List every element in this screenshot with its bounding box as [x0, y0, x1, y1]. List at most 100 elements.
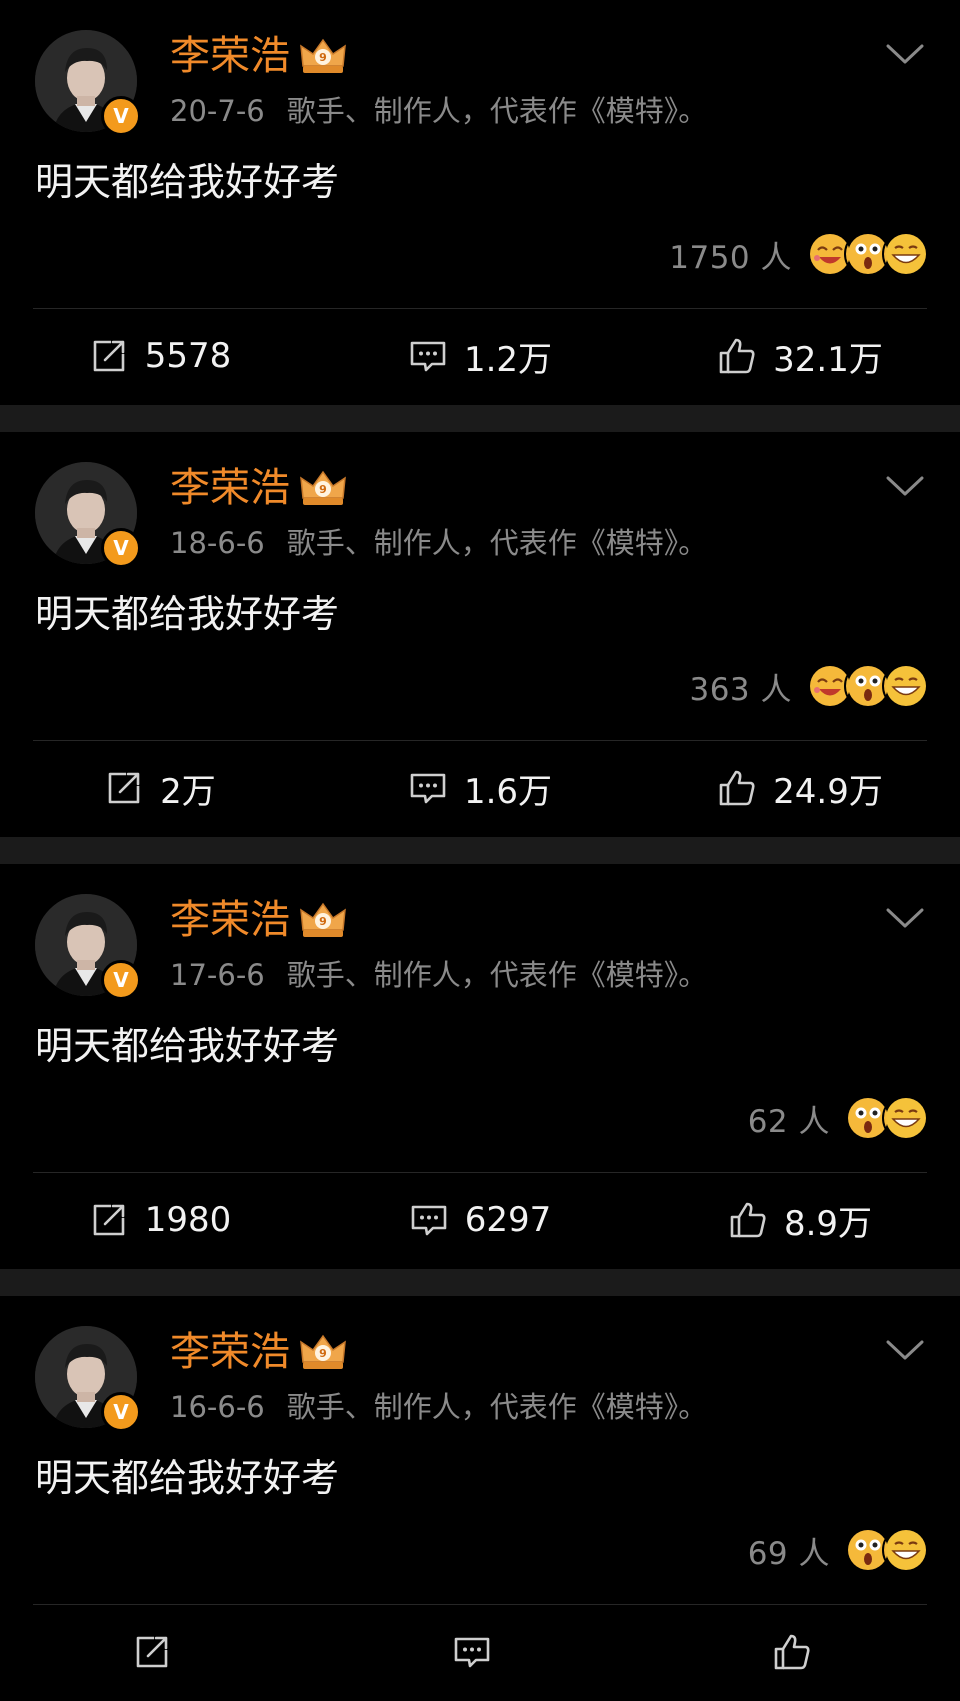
post-text[interactable]: 明天都给我好好考 — [35, 1454, 339, 1502]
repost-count: 1980 — [144, 1200, 232, 1240]
author-name[interactable]: 李荣浩 — [170, 32, 290, 80]
action-bar: 5578 1.2万 32.1万 — [0, 330, 960, 382]
author-bio: 歌手、制作人，代表作《模特》。 — [286, 94, 708, 128]
comment-icon — [411, 1205, 447, 1236]
grin-icon — [882, 230, 930, 278]
verified-v-badge-icon: V — [101, 960, 141, 1000]
reaction-emojis — [806, 230, 930, 278]
author-name[interactable]: 李荣浩 — [170, 1328, 290, 1376]
svg-text:9: 9 — [319, 483, 327, 496]
divider — [33, 1172, 927, 1173]
reaction-emojis — [844, 1094, 930, 1142]
repost-button[interactable]: 1980 — [0, 1194, 320, 1246]
comment-button[interactable]: 6297 — [320, 1194, 640, 1246]
repost-count: 5578 — [144, 336, 232, 376]
comment-button[interactable] — [320, 1626, 640, 1678]
comment-button[interactable]: 1.2万 — [320, 330, 640, 382]
thumbs-up-icon — [730, 1202, 766, 1238]
thumbs-up-icon — [719, 338, 755, 374]
post-text[interactable]: 明天都给我好好考 — [35, 1022, 339, 1070]
action-bar: 2万 1.6万 24.9万 — [0, 762, 960, 814]
comment-button[interactable]: 1.6万 — [320, 762, 640, 814]
divider — [33, 740, 927, 741]
reactions-summary[interactable]: 62 人 — [748, 1094, 930, 1142]
reactions-count: 363 人 — [689, 671, 792, 708]
repost-icon — [108, 772, 140, 804]
post-date[interactable]: 17-6-6 — [170, 958, 265, 992]
like-button[interactable]: 8.9万 — [640, 1194, 960, 1246]
weibo-feed: V 李荣浩 9 20-7-6 歌手、制作人，代表作《模特》。 明天都给我好好考 1… — [0, 0, 960, 1701]
post-text[interactable]: 明天都给我好好考 — [35, 590, 339, 638]
comment-count: 1.2万 — [463, 339, 553, 380]
svg-text:9: 9 — [319, 1347, 327, 1360]
repost-button[interactable] — [0, 1626, 320, 1678]
like-count: 32.1万 — [773, 339, 883, 380]
chevron-down-icon[interactable] — [884, 1336, 926, 1364]
repost-icon — [136, 1636, 168, 1668]
divider — [33, 1604, 927, 1605]
reactions-summary[interactable]: 69 人 — [748, 1526, 930, 1574]
verified-v-badge-icon: V — [101, 528, 141, 568]
divider — [33, 308, 927, 309]
post-text[interactable]: 明天都给我好好考 — [35, 158, 339, 206]
author-name[interactable]: 李荣浩 — [170, 464, 290, 512]
action-bar: 1980 6297 8.9万 — [0, 1194, 960, 1246]
weibo-post: V 李荣浩 9 20-7-6 歌手、制作人，代表作《模特》。 明天都给我好好考 1… — [0, 0, 960, 405]
reactions-count: 1750 人 — [669, 239, 792, 276]
grin-icon — [882, 1526, 930, 1574]
author-bio: 歌手、制作人，代表作《模特》。 — [286, 1390, 708, 1424]
thumbs-up-icon — [719, 770, 755, 806]
repost-button[interactable]: 2万 — [0, 762, 320, 814]
reactions-count: 69 人 — [747, 1535, 830, 1572]
action-bar — [0, 1626, 960, 1678]
like-count: 24.9万 — [773, 771, 883, 812]
like-count: 8.9万 — [783, 1203, 873, 1244]
post-meta: 18-6-6 歌手、制作人，代表作《模特》。 — [170, 524, 707, 562]
weibo-post: V 李荣浩 9 16-6-6 歌手、制作人，代表作《模特》。 明天都给我好好考 6… — [0, 1296, 960, 1701]
post-date[interactable]: 16-6-6 — [170, 1390, 265, 1424]
post-separator — [0, 1269, 960, 1296]
reactions-count: 62 人 — [747, 1103, 830, 1140]
comment-count: 1.6万 — [463, 771, 553, 812]
comment-icon — [410, 773, 446, 804]
repost-icon — [93, 340, 125, 372]
post-meta: 17-6-6 歌手、制作人，代表作《模特》。 — [170, 956, 707, 994]
like-button[interactable] — [640, 1626, 960, 1678]
crown-badge-icon[interactable]: 9 — [299, 1332, 347, 1372]
reactions-summary[interactable]: 1750 人 — [669, 230, 930, 278]
comment-icon — [454, 1637, 490, 1668]
chevron-down-icon[interactable] — [884, 904, 926, 932]
repost-button[interactable]: 5578 — [0, 330, 320, 382]
crown-badge-icon[interactable]: 9 — [299, 468, 347, 508]
weibo-post: V 李荣浩 9 17-6-6 歌手、制作人，代表作《模特》。 明天都给我好好考 6… — [0, 864, 960, 1269]
post-separator — [0, 405, 960, 432]
verified-v-badge-icon: V — [101, 96, 141, 136]
verified-v-badge-icon: V — [101, 1392, 141, 1432]
thumbs-up-icon — [774, 1634, 810, 1670]
like-button[interactable]: 32.1万 — [640, 330, 960, 382]
svg-text:9: 9 — [319, 51, 327, 64]
author-bio: 歌手、制作人，代表作《模特》。 — [286, 958, 708, 992]
post-date[interactable]: 18-6-6 — [170, 526, 265, 560]
author-name[interactable]: 李荣浩 — [170, 896, 290, 944]
grin-icon — [882, 662, 930, 710]
repost-icon — [93, 1204, 125, 1236]
post-meta: 16-6-6 歌手、制作人，代表作《模特》。 — [170, 1388, 707, 1426]
grin-icon — [882, 1094, 930, 1142]
chevron-down-icon[interactable] — [884, 472, 926, 500]
post-date[interactable]: 20-7-6 — [170, 94, 265, 128]
crown-badge-icon[interactable]: 9 — [299, 36, 347, 76]
reactions-summary[interactable]: 363 人 — [689, 662, 930, 710]
like-button[interactable]: 24.9万 — [640, 762, 960, 814]
crown-badge-icon[interactable]: 9 — [299, 900, 347, 940]
comment-icon — [410, 341, 446, 372]
reaction-emojis — [806, 662, 930, 710]
repost-count: 2万 — [160, 771, 216, 812]
weibo-post: V 李荣浩 9 18-6-6 歌手、制作人，代表作《模特》。 明天都给我好好考 3… — [0, 432, 960, 837]
author-bio: 歌手、制作人，代表作《模特》。 — [286, 526, 708, 560]
chevron-down-icon[interactable] — [884, 40, 926, 68]
post-meta: 20-7-6 歌手、制作人，代表作《模特》。 — [170, 92, 707, 130]
comment-count: 6297 — [464, 1200, 552, 1240]
post-separator — [0, 837, 960, 864]
reaction-emojis — [844, 1526, 930, 1574]
